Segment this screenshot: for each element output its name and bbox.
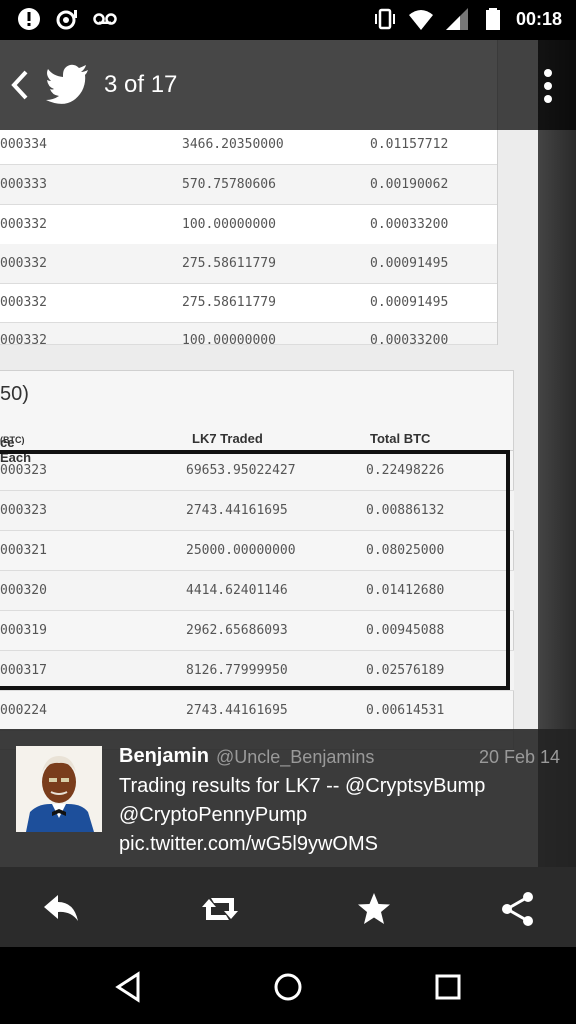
more-vertical-icon: [544, 69, 552, 103]
reply-icon: [44, 895, 78, 921]
table-row: 000317 8126.77999950 0.02576189: [0, 651, 514, 691]
table-cell: 000333: [0, 177, 47, 192]
table-cell: 0.00614531: [366, 703, 445, 718]
table-row: 000323 69653.95022427 0.22498226: [0, 451, 514, 491]
table-header: ce Each (BTC) LK7 Traded Total BTC: [0, 427, 514, 465]
back-nav-icon: [115, 971, 140, 1003]
trades-panel: 50) ce Each (BTC) LK7 Traded Total BTC 0…: [0, 370, 514, 750]
table-cell: 000317: [0, 663, 47, 678]
table-cell: 2962.65686093: [186, 623, 288, 638]
reply-button[interactable]: [42, 891, 82, 927]
vibrate-icon: [372, 6, 398, 32]
app-bar: 3 of 17: [0, 40, 576, 130]
table-cell: 2743.44161695: [186, 503, 288, 518]
table-cell: 3466.20350000: [182, 137, 284, 152]
clock: 00:18: [515, 8, 562, 29]
table-cell: 0.22498226: [366, 463, 445, 478]
sync-icon: [54, 6, 80, 32]
retweet-button[interactable]: [200, 891, 240, 927]
table-cell: 0.00945088: [366, 623, 445, 638]
table-cell: 000319: [0, 623, 47, 638]
table-cell: 0.00190062: [370, 177, 449, 192]
table-row: 000334 3466.20350000 0.01157712: [0, 125, 497, 165]
retweet-icon: [202, 898, 238, 920]
table-cell: 0.00091495: [370, 256, 449, 271]
table-cell: 000323: [0, 463, 47, 478]
system-nav-bar: [0, 947, 576, 1024]
table-cell: 0.00091495: [370, 295, 449, 310]
table-row: 000333 570.75780606 0.00190062: [0, 165, 497, 205]
table-cell: 000224: [0, 703, 47, 718]
table-cell: 000323: [0, 503, 47, 518]
table-cell: 000332: [0, 217, 47, 232]
table-cell: 0.01412680: [366, 583, 445, 598]
cell-signal-icon: [444, 6, 470, 32]
author-handle[interactable]: @Uncle_Benjamins: [216, 747, 374, 768]
table-row: 000332 100.00000000 0.00033200: [0, 323, 497, 345]
tweet-text: Trading results for LK7 -- @CryptsyBump …: [119, 775, 486, 855]
table-row: 000332 100.00000000 0.00033200: [0, 205, 497, 245]
table-cell: 000320: [0, 583, 47, 598]
share-icon: [502, 892, 533, 926]
tweet-date: 20 Feb 14: [478, 747, 560, 767]
favorite-button[interactable]: [354, 891, 394, 927]
panel-title: 50): [0, 383, 29, 405]
table-row: 000319 2962.65686093 0.00945088: [0, 611, 514, 651]
table-cell: 275.58611779: [182, 256, 276, 271]
traded-header: LK7 Traded: [192, 431, 263, 446]
table-row: 000320 4414.62401146 0.01412680: [0, 571, 514, 611]
table-cell: 275.58611779: [182, 295, 276, 310]
table-row: 000323 2743.44161695 0.00886132: [0, 491, 514, 531]
avatar[interactable]: [16, 746, 102, 832]
share-button[interactable]: [498, 891, 538, 927]
nav-home-button[interactable]: [270, 969, 306, 1005]
tweet-actions: [0, 867, 576, 947]
recents-nav-icon: [435, 974, 461, 1000]
table-row: 000321 25000.00000000 0.08025000: [0, 531, 514, 571]
table-cell: 0.00033200: [370, 217, 449, 232]
table-cell: 4414.62401146: [186, 583, 288, 598]
table-row: 000224 2743.44161695 0.00614531: [0, 691, 514, 731]
nav-back-button[interactable]: [110, 969, 146, 1005]
table-cell: 000332: [0, 333, 47, 345]
table-cell: 0.02576189: [366, 663, 445, 678]
total-header: Total BTC: [370, 431, 431, 446]
table-cell: 25000.00000000: [186, 543, 296, 558]
table-cell: 570.75780606: [182, 177, 276, 192]
status-bar: 00:18: [0, 0, 576, 40]
home-nav-icon: [274, 973, 302, 1001]
voicemail-icon: [92, 6, 118, 32]
battery-icon: [480, 6, 506, 32]
table-cell: 000332: [0, 295, 47, 310]
table-cell: 000334: [0, 137, 47, 152]
nav-recents-button[interactable]: [430, 969, 466, 1005]
table-row: 000332 275.58611779 0.00091495: [0, 283, 497, 323]
table-cell: 2743.44161695: [186, 703, 288, 718]
overflow-menu-button[interactable]: [532, 64, 564, 108]
table-cell: 0.00886132: [366, 503, 445, 518]
table-cell: 100.00000000: [182, 217, 276, 232]
alert-icon: [16, 6, 42, 32]
favorite-icon: [358, 893, 390, 924]
photo-counter: 3 of 17: [104, 71, 178, 98]
table-cell: 0.01157712: [370, 137, 449, 152]
wifi-icon: [408, 6, 434, 32]
back-button[interactable]: [8, 68, 32, 102]
table-cell: 8126.77999950: [186, 663, 288, 678]
chevron-left-icon: [11, 70, 28, 100]
twitter-bird-icon: [46, 64, 90, 104]
table-cell: 69653.95022427: [186, 463, 296, 478]
price-header: ce Each (BTC): [0, 431, 31, 465]
table-cell: 000321: [0, 543, 47, 558]
table-cell: 0.00033200: [370, 333, 449, 345]
table-cell: 0.08025000: [366, 543, 445, 558]
table-row: 000332 275.58611779 0.00091495: [0, 244, 497, 284]
author-name[interactable]: Benjamin: [119, 745, 209, 768]
table-cell: 000332: [0, 256, 47, 271]
table-cell: 100.00000000: [182, 333, 276, 345]
tweet-caption[interactable]: Benjamin @Uncle_Benjamins 20 Feb 14 Trad…: [0, 729, 576, 867]
